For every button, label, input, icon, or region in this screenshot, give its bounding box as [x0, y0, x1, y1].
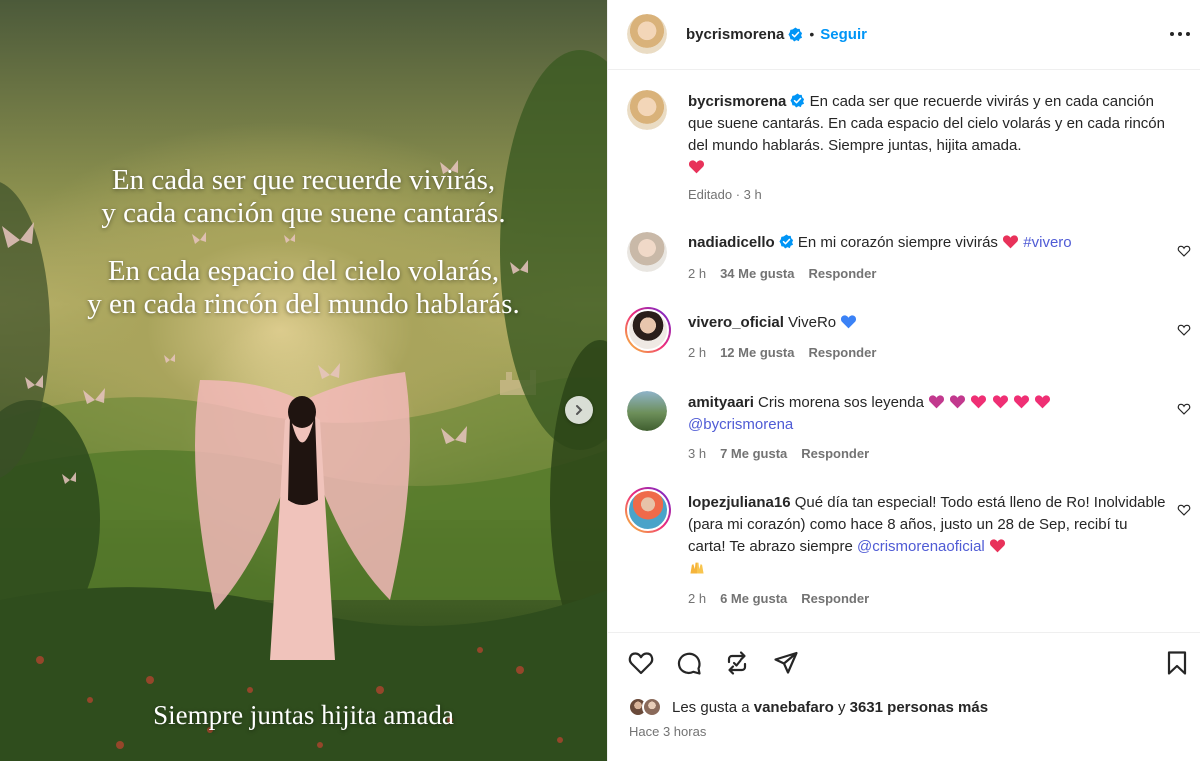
pink-heart-emoji-icon: [992, 395, 1008, 409]
chevron-right-icon: [576, 405, 583, 415]
comment-meta: 2 h 34 Me gusta Responder: [688, 266, 876, 281]
author-username[interactable]: bycrismorena: [686, 26, 784, 43]
comment-username[interactable]: amityaari: [688, 394, 754, 411]
repost-icon[interactable]: [723, 649, 751, 677]
quote-line: y en cada rincón del mundo hablarás.: [87, 288, 520, 320]
comment-likes[interactable]: 12 Me gusta: [720, 345, 794, 360]
comment-username[interactable]: nadiadicello: [688, 234, 775, 251]
post-header: bycrismorena • Seguir: [608, 0, 1200, 70]
comment-time: 2 h: [688, 266, 707, 281]
comment: nadiadicello En mi corazón siempre vivir…: [688, 232, 1168, 254]
comment-time: 2 h: [688, 345, 707, 360]
comment: amityaari Cris morena sos leyenda @bycri…: [688, 392, 1168, 436]
reply-button[interactable]: Responder: [801, 591, 869, 606]
pink-heart-emoji-icon: [1013, 395, 1029, 409]
heart-icon[interactable]: [627, 649, 655, 677]
comment-avatar[interactable]: [627, 391, 667, 431]
liker-avatar: [642, 697, 662, 717]
quote-line: En cada ser que recuerde vivirás,: [111, 164, 496, 196]
comment: lopezjuliana16 Qué día tan especial! Tod…: [688, 492, 1168, 580]
comment-username[interactable]: lopezjuliana16: [688, 494, 791, 511]
verified-badge-icon: [788, 26, 803, 42]
likes-others-count[interactable]: 3631 personas más: [850, 699, 988, 716]
likes-prefix: Les gusta a: [672, 698, 750, 716]
more-options-icon[interactable]: [1168, 26, 1192, 42]
verified-badge-icon: [790, 93, 805, 108]
comment-meta: 3 h 7 Me gusta Responder: [688, 446, 869, 461]
liker-username[interactable]: vanebafaro: [754, 699, 834, 716]
likes-summary: Les gusta a vanebafaro y 3631 personas m…: [628, 692, 988, 722]
comment-avatar[interactable]: [627, 232, 667, 272]
comment-meta: 2 h 6 Me gusta Responder: [688, 591, 869, 606]
blue-heart-emoji-icon: [841, 315, 857, 329]
comment-meta: 2 h 12 Me gusta Responder: [688, 345, 876, 360]
comment-time: 2 h: [688, 591, 707, 606]
quote-line: En cada espacio del cielo volarás,: [107, 255, 500, 287]
mention-link[interactable]: @crismorenaoficial: [857, 538, 985, 555]
post-quote-part-1: En cada ser que recuerde vivirás, y cada…: [0, 164, 607, 230]
pink-heart-emoji-icon: [971, 395, 987, 409]
reply-button[interactable]: Responder: [801, 446, 869, 461]
post-quote-part-2: En cada espacio del cielo volarás, y en …: [0, 255, 607, 321]
post-detail-panel: bycrismorena • Seguir bycrismorena En ca…: [607, 0, 1200, 761]
likes-connector: y: [837, 698, 846, 716]
post-footer-line: Siempre juntas hijita amada: [153, 700, 454, 730]
follow-button[interactable]: Seguir: [820, 26, 867, 43]
comment: vivero_oficial ViveRo: [688, 312, 1168, 334]
next-slide-button[interactable]: [565, 396, 593, 424]
reply-button[interactable]: Responder: [809, 266, 877, 281]
comment-avatar[interactable]: [625, 487, 671, 533]
pink-heart-emoji-icon: [1034, 395, 1051, 409]
comment-likes[interactable]: 34 Me gusta: [720, 266, 794, 281]
bookmark-icon[interactable]: [1163, 649, 1191, 677]
comment-likes[interactable]: 6 Me gusta: [720, 591, 787, 606]
share-icon[interactable]: [772, 649, 800, 677]
heart-icon[interactable]: [1177, 402, 1191, 416]
heart-icon[interactable]: [1177, 244, 1191, 258]
post-image-scene: [0, 50, 607, 761]
comment-text: Cris morena sos leyenda: [758, 394, 924, 411]
red-heart-emoji-icon: [688, 160, 705, 174]
heart-icon[interactable]: [1177, 323, 1191, 337]
red-heart-emoji-icon: [989, 539, 1005, 553]
quote-line: y cada canción que suene cantarás.: [101, 197, 506, 229]
hashtag-link[interactable]: #vivero: [1023, 234, 1071, 251]
comment-icon[interactable]: [675, 649, 703, 677]
comment-username[interactable]: vivero_oficial: [688, 314, 784, 331]
comment-avatar[interactable]: [625, 307, 671, 353]
caption-username[interactable]: bycrismorena: [688, 93, 786, 110]
heart-icon[interactable]: [1177, 503, 1191, 517]
mention-link[interactable]: @bycrismorena: [688, 416, 793, 433]
comment-time: 3 h: [688, 446, 707, 461]
comment-likes[interactable]: 7 Me gusta: [720, 446, 787, 461]
caption-meta: Editado · 3 h: [688, 187, 762, 202]
post-image[interactable]: En cada ser que recuerde vivirás, y cada…: [0, 0, 607, 761]
comment-text: ViveRo: [788, 314, 837, 331]
comment-text: En mi corazón siempre vivirás: [797, 234, 998, 251]
caption-author-avatar[interactable]: [627, 90, 667, 130]
sparkling-heart-emoji-icon: [929, 395, 945, 409]
red-heart-emoji-icon: [1003, 235, 1019, 249]
raising-hands-emoji-icon: [690, 562, 704, 574]
verified-badge-icon: [779, 234, 793, 249]
header-separator: •: [809, 26, 815, 42]
post-timestamp: Hace 3 horas: [629, 724, 707, 739]
author-avatar[interactable]: [627, 14, 667, 54]
sparkling-heart-emoji-icon: [950, 395, 966, 409]
reply-button[interactable]: Responder: [809, 345, 877, 360]
caption: bycrismorena En cada ser que recuerde vi…: [688, 91, 1178, 179]
